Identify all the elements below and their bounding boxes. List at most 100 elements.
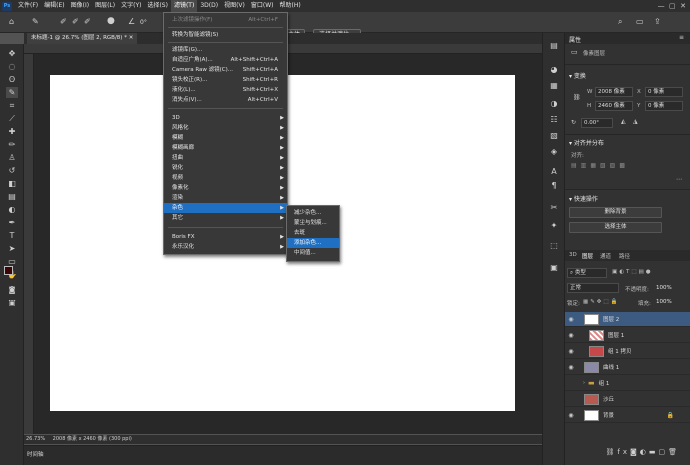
menu-item-dust-scratches[interactable]: 蒙尘与划痕... [287,218,339,228]
timeline-tab[interactable]: 时间轴 [27,450,44,458]
crop-tool-icon[interactable]: ⌗ [6,100,18,111]
align-section-title[interactable]: ▾ 对齐并分布 [569,138,604,147]
window-controls[interactable]: — ▢ ✕ [640,0,690,12]
move-tool-icon[interactable]: ✥ [6,48,18,59]
angle-field[interactable]: 0.00° [581,118,613,128]
menu-item-yongle-localization[interactable]: 永乐汉化 ▶ [164,242,287,252]
more-align-icon[interactable]: ⋯ [676,175,682,185]
menu-item-median[interactable]: 中间值... [287,248,339,258]
adjustments-panel-icon[interactable]: ◑ [548,99,560,109]
quick-actions-title[interactable]: ▾ 快速操作 [569,194,598,203]
tab-layers[interactable]: 图层 [582,252,593,260]
channels-panel-icon[interactable]: ◈ [548,147,560,157]
menu-select[interactable]: 选择(S) [144,0,171,12]
menu-item-vanishing-point[interactable]: 消失点(V)... Alt+Ctrl+V [164,95,287,105]
menu-window[interactable]: 窗口(W) [248,0,277,12]
marquee-tool-icon[interactable]: ◌ [6,61,18,72]
layer-row[interactable]: ◉ 曲线 1 [565,360,690,375]
menu-item-render[interactable]: 渲染 ▶ [164,193,287,203]
swatches-panel-icon[interactable]: ▦ [548,81,560,91]
menu-item-filter-gallery[interactable]: 滤镜库(G)... [164,45,287,55]
healing-brush-icon[interactable]: ✚ [6,126,18,137]
menu-item-lens-correction[interactable]: 镜头校正(R)... Shift+Ctrl+R [164,75,287,85]
history-panel-icon[interactable]: ▤ [548,41,560,51]
menu-item-convert-smart-filter[interactable]: 转换为智能滤镜(S) [164,30,287,40]
clone-stamp-icon[interactable]: ♙ [6,152,18,163]
menu-item-sharpen[interactable]: 锐化 ▶ [164,163,287,173]
pen-tool-icon[interactable]: ✒ [6,217,18,228]
eraser-tool-icon[interactable]: ◧ [6,178,18,189]
lasso-tool-icon[interactable]: ʘ [6,74,18,85]
tool-presets-icon[interactable]: ✂ [548,203,560,213]
menu-item-reduce-noise[interactable]: 减少杂色... [287,208,339,218]
y-field[interactable]: 0 像素 [645,101,683,111]
properties-tab[interactable]: 属性 [569,35,581,44]
properties-panel-icon[interactable]: ☷ [548,115,560,125]
history-brush-icon[interactable]: ↺ [6,165,18,176]
blend-mode-select[interactable]: 正常 [567,283,619,293]
menu-item-video[interactable]: 视频 ▶ [164,173,287,183]
menu-layer[interactable]: 图层(L) [92,0,118,12]
document-tab[interactable]: 未标题-1 @ 26.7% (图层 2, RGB/8) * ✕ [27,33,138,44]
menu-item-distort[interactable]: 扭曲 ▶ [164,153,287,163]
visibility-eye-icon[interactable]: ◉ [565,364,577,371]
menu-item-pixelate[interactable]: 像素化 ▶ [164,183,287,193]
menu-item-adaptive-wide-angle[interactable]: 自适应广角(A)... Alt+Shift+Ctrl+A [164,55,287,65]
x-field[interactable]: 0 像素 [645,87,683,97]
menu-item-last-filter[interactable]: 上次滤镜操作(F) Alt+Ctrl+F [164,15,287,25]
brush-size-icon[interactable]: ● [107,16,115,26]
menu-item-blur-gallery[interactable]: 模糊画廊 ▶ [164,143,287,153]
visibility-eye-icon[interactable]: ◉ [565,348,577,355]
libraries-panel-icon[interactable]: ▧ [548,131,560,141]
visibility-eye-icon[interactable]: ◉ [565,412,577,419]
menu-edit[interactable]: 编辑(E) [41,0,67,12]
align-icons[interactable]: ▤▥▦▧▨▩ [571,161,631,171]
eyedropper-tool-icon[interactable]: ⟋ [6,113,18,124]
select-subject-panel-button[interactable]: 选择主体 [569,222,662,233]
tab-channels[interactable]: 通道 [600,252,611,260]
menu-item-add-noise[interactable]: 添加杂色... [287,238,339,248]
share-icon[interactable]: ⇪ [654,17,661,27]
menu-item-other[interactable]: 其它 ▶ [164,213,287,223]
layer-row[interactable]: 沙丘 [565,392,690,407]
angle-value[interactable]: 0° [140,19,147,26]
layer-comps-icon[interactable]: ▣ [548,263,560,273]
screen-mode-icon[interactable]: ▣ [6,298,18,309]
expand-group-icon[interactable]: › [583,380,585,386]
flip-horizontal-icon[interactable]: ◭ [621,117,626,127]
quick-selection-tool-icon[interactable]: ✎ [6,87,18,98]
height-field[interactable]: 2460 像素 [595,101,633,111]
menu-item-despeckle[interactable]: 去斑 [287,228,339,238]
path-selection-icon[interactable]: ➤ [6,243,18,254]
width-field[interactable]: 2008 像素 [595,87,633,97]
link-icon[interactable]: ⛓ [573,93,581,103]
layer-row[interactable]: ◉ 图层 2 [565,312,690,327]
brush-tool-icon[interactable]: ✏ [6,139,18,150]
visibility-eye-icon[interactable]: ◉ [565,332,577,339]
menu-item-3d[interactable]: 3D ▶ [164,113,287,123]
subtract-selection-icon[interactable]: ✐ [84,17,91,27]
new-selection-icon[interactable]: ✐ [60,17,67,27]
layer-row[interactable]: ◉ 背景 🔒 [565,408,690,423]
color-panel-icon[interactable]: ◕ [548,65,560,75]
dodge-tool-icon[interactable]: ◐ [6,204,18,215]
filter-icons[interactable]: ▣◐T⬚▤● [612,269,653,275]
menu-help[interactable]: 帮助(H) [277,0,304,12]
search-icon[interactable]: ⌕ [618,17,622,27]
zoom-level[interactable]: 26.73% [24,436,45,442]
menu-item-blur[interactable]: 模糊 ▶ [164,133,287,143]
lock-icons[interactable]: ▦✎✥⬚🔒 [583,299,619,305]
remove-background-button[interactable]: 删除背景 [569,207,662,218]
fill-value[interactable]: 100% [656,299,672,305]
menu-3d[interactable]: 3D(D) [197,0,221,12]
tab-paths[interactable]: 路径 [619,252,630,260]
navigator-panel-icon[interactable]: ⬚ [548,241,560,251]
menu-file[interactable]: 文件(F) [15,0,41,12]
add-selection-icon[interactable]: ✐ [72,17,79,27]
layer-kind-filter[interactable]: ⌕ 类型 [567,268,607,278]
menu-image[interactable]: 图像(I) [68,0,92,12]
foreground-color-swatch[interactable] [4,266,13,275]
brushes-panel-icon[interactable]: ✦ [548,221,560,231]
paragraph-panel-icon[interactable]: ¶ [548,181,560,191]
panel-menu-icon[interactable]: ≡ [679,33,684,43]
